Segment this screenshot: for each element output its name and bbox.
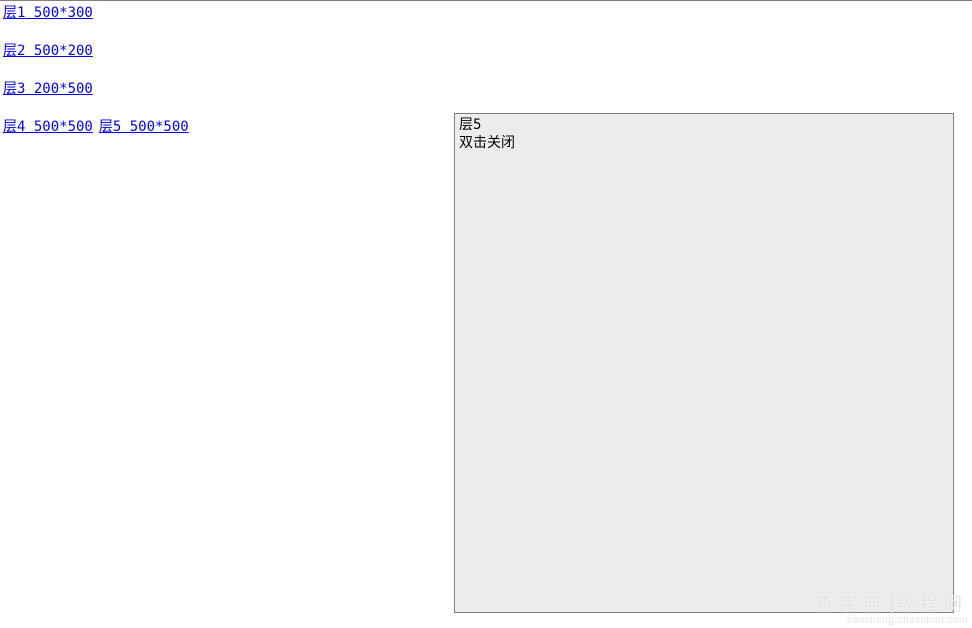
window-top-border: [0, 0, 972, 1]
link-layer3[interactable]: 层3 200*500: [3, 81, 93, 97]
link-layer4[interactable]: 层4 500*500: [3, 119, 93, 135]
link-row-3: 层3 200*500: [3, 80, 969, 98]
layer-panel[interactable]: 层5 双击关闭: [454, 113, 954, 613]
panel-hint: 双击关闭: [459, 134, 949, 152]
link-row-2: 层2 500*200: [3, 42, 969, 60]
watermark-url: jiaocheng.chazidian.com: [815, 615, 968, 626]
link-layer2[interactable]: 层2 500*200: [3, 43, 93, 59]
link-layer5[interactable]: 层5 500*500: [99, 119, 189, 135]
link-row-1: 层1 500*300: [3, 4, 969, 22]
panel-title: 层5: [459, 116, 949, 134]
link-layer1[interactable]: 层1 500*300: [3, 5, 93, 21]
